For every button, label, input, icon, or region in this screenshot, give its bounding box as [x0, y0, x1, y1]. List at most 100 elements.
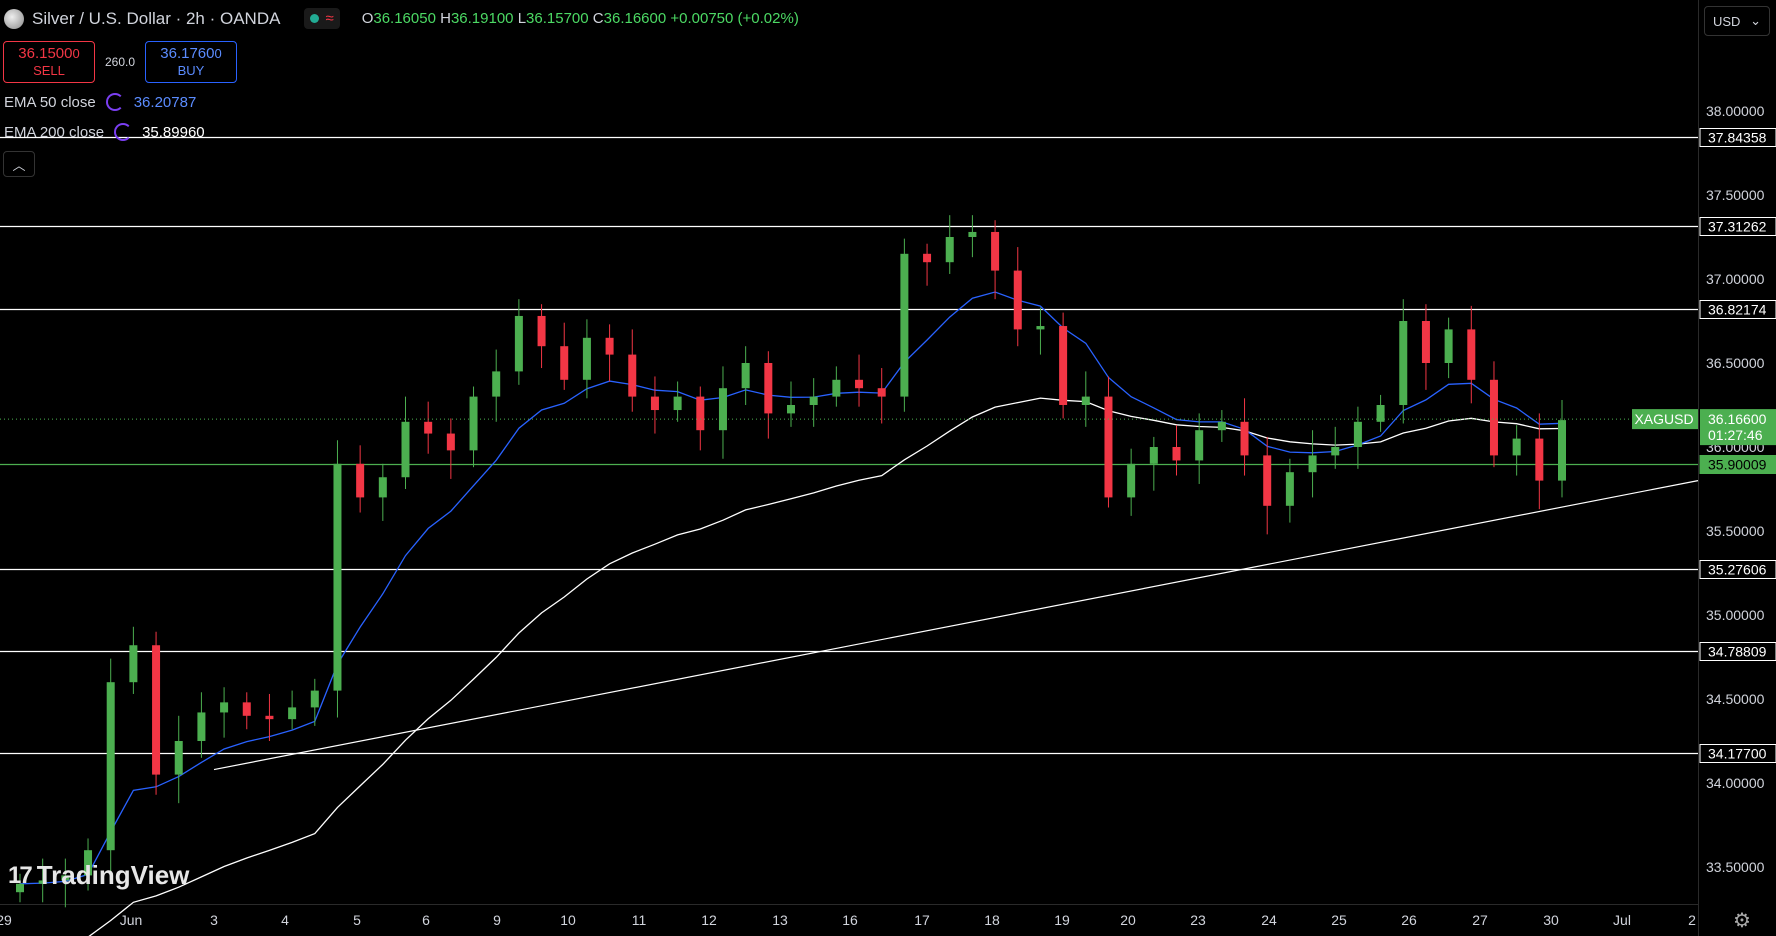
candle-body: [1421, 321, 1430, 363]
low-value: 36.15700: [526, 10, 589, 27]
currency-value: USD: [1713, 13, 1741, 29]
candle-body: [900, 253, 909, 397]
time-axis[interactable]: 29 Jun 3 4 5 6 9 10 11 12 13 16 17 18 19 20 23 24 25 26 27 30…: [0, 912, 1696, 928]
candle-body: [401, 421, 410, 478]
price-tick: 35.50000: [1706, 523, 1765, 539]
candle-body: [855, 379, 864, 389]
time-tick: 26: [1401, 912, 1417, 928]
buy-price: 36.1760: [160, 45, 215, 62]
time-tick: 2: [1688, 912, 1696, 928]
level-tag-label: 36.82174: [1708, 302, 1767, 318]
candle-body: [968, 231, 977, 237]
time-tick: 19: [1054, 912, 1070, 928]
chevron-down-icon: ⌄: [1750, 13, 1761, 28]
ema200-label: EMA 200 close: [4, 123, 105, 141]
candle-body: [1535, 438, 1544, 481]
time-tick: 17: [914, 912, 930, 928]
time-tick: 27: [1472, 912, 1488, 928]
candle-body: [628, 354, 637, 397]
time-tick: 12: [701, 912, 717, 928]
sell-button[interactable]: 36.15000 SELL: [3, 41, 95, 83]
candle-body: [1149, 447, 1158, 464]
symbol-tag: XAGUSD: [1634, 411, 1693, 427]
candle-body: [1444, 329, 1453, 363]
market-status[interactable]: ≈: [304, 8, 340, 29]
candle-body: [718, 388, 727, 431]
candle-body: [1013, 270, 1022, 330]
candle-body: [923, 253, 932, 263]
price-tick: 33.50000: [1706, 859, 1765, 875]
candle-body: [265, 715, 274, 720]
candle-body: [582, 337, 591, 380]
candle-body: [310, 690, 319, 708]
candle-body: [1489, 379, 1498, 456]
candle-body: [424, 421, 433, 434]
market-open-icon: [310, 14, 320, 23]
ema200-legend[interactable]: EMA 200 close 35.89960: [4, 123, 205, 141]
price-chart[interactable]: 38.0000037.5000037.0000036.5000036.00000…: [0, 0, 1776, 936]
price-tick: 36.50000: [1706, 355, 1765, 371]
candle-body: [741, 363, 750, 389]
ema50-legend[interactable]: EMA 50 close 36.20787: [4, 93, 196, 111]
spread-value: 260.0: [104, 55, 136, 69]
candle-body: [333, 463, 342, 691]
time-tick: 29: [0, 912, 12, 928]
countdown: 01:27:46: [1708, 427, 1763, 443]
open-value: 36.16050: [373, 10, 436, 27]
candle-body: [1399, 321, 1408, 405]
chevron-up-icon: ︿: [12, 157, 26, 173]
candle-body: [809, 396, 818, 405]
sell-label: SELL: [33, 63, 65, 78]
candle-body: [174, 741, 183, 775]
price-tick: 35.00000: [1706, 607, 1765, 623]
price-tick: 34.50000: [1706, 691, 1765, 707]
candle-body: [446, 433, 455, 451]
buy-label: BUY: [177, 63, 205, 78]
price-tag-value: 36.16600: [1708, 411, 1767, 427]
level-tag-label: 37.84358: [1708, 130, 1767, 146]
symbol-title[interactable]: Silver / U.S. Dollar · 2h · OANDA: [32, 9, 280, 29]
candle-body: [945, 237, 954, 263]
candle-body: [129, 645, 138, 683]
price-tick: 37.50000: [1706, 187, 1765, 203]
candle-body: [106, 682, 115, 851]
collapse-legend-button[interactable]: ︿: [3, 151, 35, 177]
buy-price-pip: 0: [214, 46, 222, 61]
candle-body: [605, 337, 614, 355]
level-tag-label: 35.90009: [1708, 457, 1767, 473]
candle-body: [673, 396, 682, 411]
buy-button[interactable]: 36.17600 BUY: [145, 41, 237, 83]
candle-body: [356, 463, 365, 498]
price-tick: 34.00000: [1706, 775, 1765, 791]
open-label: O: [361, 10, 374, 27]
ohlc-values: O36.16050 H36.19100 L36.15700 C36.16600 …: [362, 10, 799, 27]
time-tick: 3: [210, 912, 218, 928]
candle-body: [514, 315, 523, 372]
candle-body: [991, 231, 1000, 271]
candle-body: [1240, 421, 1249, 456]
candle-body: [1558, 420, 1566, 481]
time-tick: 25: [1331, 912, 1347, 928]
candle-body: [1081, 396, 1090, 405]
time-tick: 4: [281, 912, 289, 928]
time-tick: 20: [1120, 912, 1136, 928]
currency-select[interactable]: USD ⌄: [1704, 6, 1770, 36]
candle-body: [537, 315, 546, 347]
ema200-value: 35.89960: [142, 123, 205, 141]
candle-body: [696, 396, 705, 431]
candle-body: [1217, 421, 1226, 431]
symbol-header: Silver / U.S. Dollar · 2h · OANDA ≈ O36.…: [4, 8, 799, 29]
gear-icon[interactable]: ⚙: [1733, 908, 1751, 933]
level-tag-label: 34.17700: [1708, 746, 1767, 762]
time-tick: 13: [772, 912, 788, 928]
time-tick: 18: [984, 912, 1000, 928]
trendline: [213, 480, 1699, 771]
candle-body: [787, 405, 795, 414]
ema50-label: EMA 50 close: [4, 93, 96, 111]
candle-body: [1308, 455, 1317, 473]
time-tick: 6: [422, 912, 430, 928]
trendline-segment: [213, 480, 1699, 771]
candle-body: [220, 702, 229, 713]
candle-body: [378, 477, 387, 498]
candle-body: [1104, 396, 1113, 498]
